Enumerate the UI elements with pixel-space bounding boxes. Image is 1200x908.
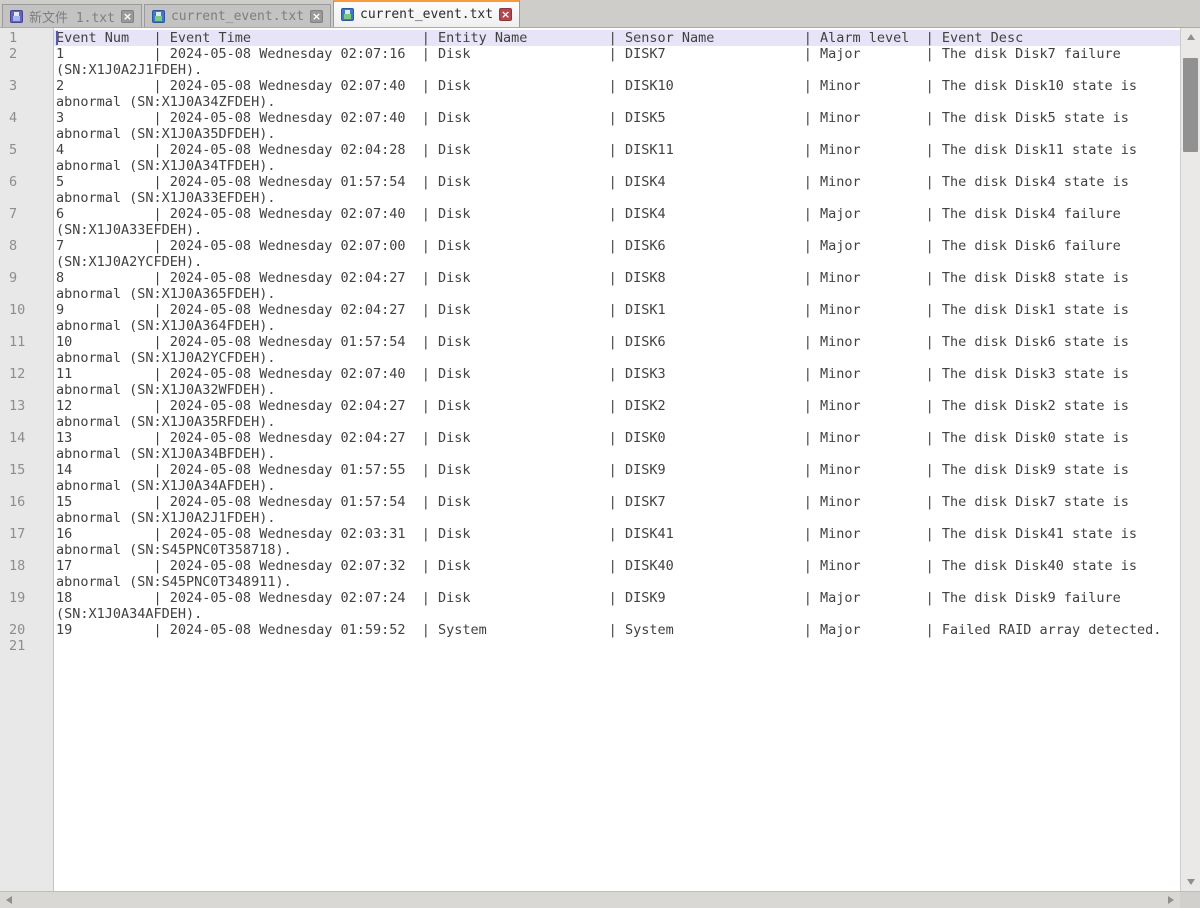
close-icon[interactable]: × xyxy=(310,10,323,23)
line-number: 12 xyxy=(0,366,53,382)
line-number: 5 xyxy=(0,142,53,158)
editor-area: 123456789101112131415161718192021 Event … xyxy=(0,28,1200,891)
scroll-up-icon[interactable] xyxy=(1187,34,1195,40)
line-number-gutter: 123456789101112131415161718192021 xyxy=(0,28,54,891)
line-number xyxy=(0,446,53,462)
horizontal-scrollbar[interactable] xyxy=(0,891,1200,908)
line-number: 8 xyxy=(0,238,53,254)
tab-current-event-2-active[interactable]: current_event.txt × xyxy=(333,0,520,27)
text-content[interactable]: Event Num | Event Time | Entity Name | S… xyxy=(54,28,1180,638)
line-number xyxy=(0,286,53,302)
save-file-icon xyxy=(152,10,165,23)
line-number xyxy=(0,62,53,78)
line-number: 4 xyxy=(0,110,53,126)
line-number: 2 xyxy=(0,46,53,62)
text-pane[interactable]: Event Num | Event Time | Entity Name | S… xyxy=(54,28,1180,891)
tab-label: current_event.txt xyxy=(360,7,493,22)
scroll-right-icon[interactable] xyxy=(1168,896,1174,904)
line-number: 15 xyxy=(0,462,53,478)
line-number: 1 xyxy=(0,30,53,46)
line-number xyxy=(0,94,53,110)
tab-label: current_event.txt xyxy=(171,9,304,24)
line-number xyxy=(0,542,53,558)
scroll-left-icon[interactable] xyxy=(6,896,12,904)
tab-label: 新文件 1.txt xyxy=(29,7,115,26)
line-number: 17 xyxy=(0,526,53,542)
close-icon[interactable]: × xyxy=(499,8,512,21)
line-number xyxy=(0,318,53,334)
text-caret xyxy=(56,31,58,45)
line-number: 13 xyxy=(0,398,53,414)
line-number: 18 xyxy=(0,558,53,574)
line-number: 7 xyxy=(0,206,53,222)
line-number xyxy=(0,606,53,622)
vertical-scrollbar[interactable] xyxy=(1180,28,1200,891)
tab-new-file[interactable]: 新文件 1.txt × xyxy=(2,4,142,27)
line-number xyxy=(0,350,53,366)
line-number xyxy=(0,510,53,526)
line-number xyxy=(0,574,53,590)
close-icon[interactable]: × xyxy=(121,10,134,23)
line-number: 10 xyxy=(0,302,53,318)
line-number xyxy=(0,478,53,494)
line-number: 21 xyxy=(0,638,53,654)
vertical-scrollbar-thumb[interactable] xyxy=(1183,58,1198,152)
scrollbar-corner xyxy=(1180,892,1200,908)
text-editor-window: 新文件 1.txt × current_event.txt × current_… xyxy=(0,0,1200,908)
line-number xyxy=(0,222,53,238)
line-number: 16 xyxy=(0,494,53,510)
line-number: 11 xyxy=(0,334,53,350)
scroll-down-icon[interactable] xyxy=(1187,879,1195,885)
line-number: 14 xyxy=(0,430,53,446)
line-number xyxy=(0,254,53,270)
tab-current-event-1[interactable]: current_event.txt × xyxy=(144,4,331,27)
save-file-icon xyxy=(341,8,354,21)
tab-bar: 新文件 1.txt × current_event.txt × current_… xyxy=(0,0,1200,28)
line-number xyxy=(0,382,53,398)
line-number xyxy=(0,158,53,174)
line-number xyxy=(0,190,53,206)
save-file-icon xyxy=(10,10,23,23)
line-number: 3 xyxy=(0,78,53,94)
line-number xyxy=(0,126,53,142)
line-number: 20 xyxy=(0,622,53,638)
line-number xyxy=(0,414,53,430)
line-number: 9 xyxy=(0,270,53,286)
line-number: 19 xyxy=(0,590,53,606)
line-number: 6 xyxy=(0,174,53,190)
